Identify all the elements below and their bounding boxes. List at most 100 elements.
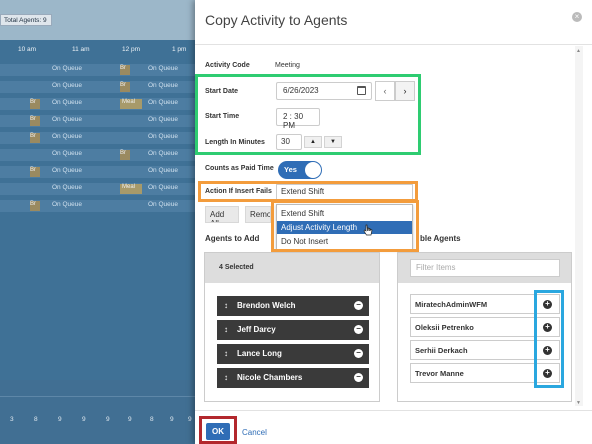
start-time-input[interactable]: 2 : 30 PM xyxy=(276,108,320,130)
drag-handle-icon[interactable]: ↕ xyxy=(224,373,228,382)
on-queue-block: On Queue xyxy=(148,116,178,123)
insert-fail-dropdown: Extend Shift Adjust Activity Length Do N… xyxy=(276,204,413,250)
schedule-row: On Queue Br On Queue xyxy=(0,64,195,76)
count-value: 8 xyxy=(34,416,38,423)
minus-circle-icon[interactable]: − xyxy=(354,373,363,382)
scroll-up-icon[interactable]: ▲ xyxy=(576,48,581,54)
divider xyxy=(0,396,195,397)
caret-down-icon[interactable]: ▼ xyxy=(324,136,342,148)
count-value: 3 xyxy=(10,416,14,423)
dropdown-option-adjust-length[interactable]: Adjust Activity Length xyxy=(277,221,412,234)
plus-circle-icon[interactable]: + xyxy=(543,369,552,378)
plus-circle-icon[interactable]: + xyxy=(543,323,552,332)
schedule-row: Br On Queue On Queue xyxy=(0,132,195,144)
break-block: Br xyxy=(30,201,40,211)
agent-name: Serhii Derkach xyxy=(415,346,468,355)
drag-handle-icon[interactable]: ↕ xyxy=(224,325,228,334)
agent-name: Trevor Manne xyxy=(415,369,464,378)
minus-circle-icon[interactable]: − xyxy=(354,301,363,310)
insert-fail-select[interactable]: Extend Shift xyxy=(276,184,413,200)
agent-name: Lance Long xyxy=(237,349,282,358)
panel-header: Filter Items xyxy=(398,253,571,283)
available-agent-item[interactable]: Oleksii Petrenko + xyxy=(410,317,560,337)
scroll-down-icon[interactable]: ▼ xyxy=(576,400,581,406)
calendar-icon[interactable] xyxy=(357,86,366,95)
agent-name: MiratechAdminWFM xyxy=(415,300,488,309)
count-value: 9 xyxy=(106,416,110,423)
schedule-row: On Queue Meal On Queue xyxy=(0,183,195,195)
remove-all-button[interactable]: Remo xyxy=(245,206,271,223)
insert-fail-label: Action If Insert Fails xyxy=(205,188,272,195)
break-block: Br xyxy=(30,116,40,126)
on-queue-block: On Queue xyxy=(52,150,82,157)
on-queue-block: On Queue xyxy=(52,65,82,72)
start-date-value: 6/26/2023 xyxy=(283,86,319,95)
drag-handle-icon[interactable]: ↕ xyxy=(224,301,228,310)
hour-label: 1 pm xyxy=(172,46,187,53)
paid-time-label: Counts as Paid Time xyxy=(205,165,274,172)
break-block: Br xyxy=(120,82,130,92)
schedule-footer xyxy=(0,380,195,444)
ok-button[interactable]: OK xyxy=(206,423,230,440)
on-queue-block: On Queue xyxy=(148,150,178,157)
chevron-left-icon[interactable]: ‹ xyxy=(375,81,395,101)
length-input[interactable]: 30 xyxy=(276,134,302,150)
filter-input[interactable]: Filter Items xyxy=(410,259,560,277)
on-queue-block: On Queue xyxy=(148,167,178,174)
selected-agent-item[interactable]: ↕ Brendon Welch − xyxy=(217,296,369,316)
paid-time-toggle[interactable]: Yes xyxy=(278,161,322,179)
activity-code-value: Meeting xyxy=(275,62,300,69)
dropdown-option-do-not-insert[interactable]: Do Not Insert xyxy=(277,235,412,248)
start-date-label: Start Date xyxy=(205,88,239,95)
on-queue-block: On Queue xyxy=(52,133,82,140)
count-value: 9 xyxy=(128,416,132,423)
dialog-title: Copy Activity to Agents xyxy=(205,12,348,28)
agent-name: Brendon Welch xyxy=(237,301,296,310)
selected-agent-item[interactable]: ↕ Nicole Chambers − xyxy=(217,368,369,388)
add-all-button[interactable]: Add All xyxy=(205,206,239,223)
hour-label: 11 am xyxy=(72,46,90,53)
on-queue-block: On Queue xyxy=(148,99,178,106)
schedule-row: Br On Queue On Queue xyxy=(0,200,195,212)
hour-label: 12 pm xyxy=(122,46,141,53)
dialog-scrollbar[interactable] xyxy=(575,46,583,406)
selected-agent-item[interactable]: ↕ Jeff Darcy − xyxy=(217,320,369,340)
drag-handle-icon[interactable]: ↕ xyxy=(224,349,228,358)
chevron-right-icon[interactable]: › xyxy=(395,81,415,101)
cancel-link[interactable]: Cancel xyxy=(242,428,267,437)
schedule-row: On Queue Br On Queue xyxy=(0,149,195,161)
available-agent-item[interactable]: Serhii Derkach + xyxy=(410,340,560,360)
selected-agent-item[interactable]: ↕ Lance Long − xyxy=(217,344,369,364)
on-queue-block: On Queue xyxy=(52,82,82,89)
break-block: Br xyxy=(30,133,40,143)
hour-label: 10 am xyxy=(18,46,37,53)
on-queue-block: On Queue xyxy=(148,133,178,140)
divider xyxy=(195,410,592,411)
on-queue-block: On Queue xyxy=(52,184,82,191)
available-agent-item[interactable]: Trevor Manne + xyxy=(410,363,560,383)
caret-up-icon[interactable]: ▲ xyxy=(304,136,322,148)
meal-block: Meal xyxy=(120,99,142,109)
divider xyxy=(195,44,592,45)
break-block: Br xyxy=(30,99,40,109)
on-queue-block: On Queue xyxy=(52,116,82,123)
activity-code-label: Activity Code xyxy=(205,62,250,69)
minus-circle-icon[interactable]: − xyxy=(354,325,363,334)
count-value: 9 xyxy=(58,416,62,423)
on-queue-block: On Queue xyxy=(148,184,178,191)
hand-cursor-icon xyxy=(363,224,373,236)
on-queue-block: On Queue xyxy=(148,201,178,208)
available-agent-item[interactable]: MiratechAdminWFM + xyxy=(410,294,560,314)
plus-circle-icon[interactable]: + xyxy=(543,346,552,355)
dropdown-option-extend-shift[interactable]: Extend Shift xyxy=(277,207,412,220)
count-value: 9 xyxy=(82,416,86,423)
start-date-input[interactable]: 6/26/2023 xyxy=(276,82,372,100)
length-label: Length In Minutes xyxy=(205,139,265,146)
minus-circle-icon[interactable]: − xyxy=(354,349,363,358)
on-queue-block: On Queue xyxy=(148,82,178,89)
total-agents-badge: Total Agents: 9 xyxy=(0,14,52,26)
close-icon[interactable]: × xyxy=(572,12,582,22)
on-queue-block: On Queue xyxy=(52,99,82,106)
available-agents-label: ble Agents xyxy=(420,234,461,243)
plus-circle-icon[interactable]: + xyxy=(543,300,552,309)
